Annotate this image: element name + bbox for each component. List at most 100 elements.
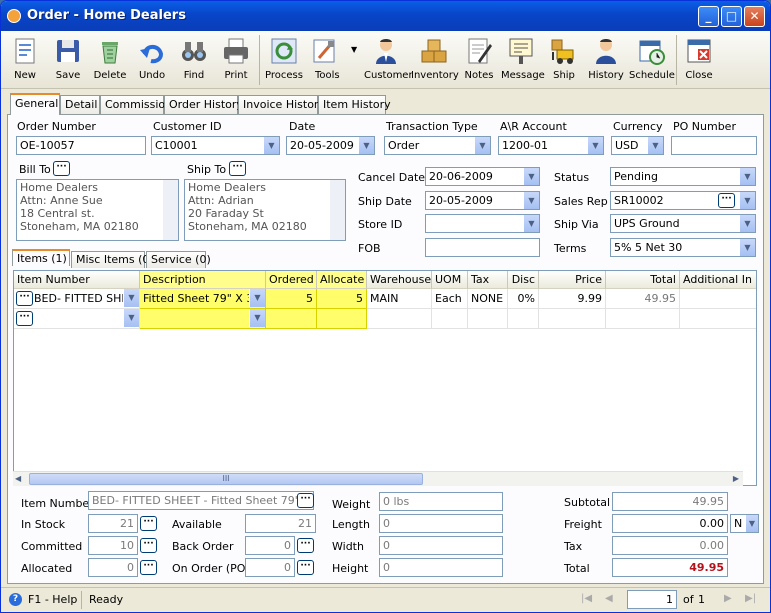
ship-via-dropdown[interactable]: UPS Ground ▼ [610,214,756,233]
title-bar[interactable]: Order - Home Dealers _ □ ✕ [1,1,770,31]
tab-item-history[interactable]: Item History [318,95,391,114]
table-cell-ordered-new[interactable] [266,309,317,329]
tab-order-history[interactable]: Order History [164,95,243,114]
back-order-lookup-button[interactable]: ··· [297,538,314,553]
ship-to-address[interactable]: Home Dealers Attn: Adrian 20 Faraday St … [184,179,346,241]
delete-button[interactable]: Delete [91,33,129,87]
column-header[interactable]: Warehouse [367,271,432,289]
column-header[interactable]: Total [606,271,680,289]
bill-to-address[interactable]: Home Dealers Attn: Anne Sue 18 Central s… [16,179,179,241]
chevron-down-icon[interactable]: ▼ [745,515,758,532]
first-page-icon[interactable]: |◀ [581,593,592,604]
chevron-down-icon[interactable]: ▼ [739,239,755,256]
item-lookup-button[interactable]: ··· [16,311,33,326]
tab-commission[interactable]: Commission [100,95,172,114]
table-cell-warehouse[interactable]: MAIN [367,289,432,309]
table-cell-description[interactable]: Fitted Sheet 79" X 39" ▼ [140,289,266,309]
maximize-button[interactable]: □ [721,6,742,27]
chevron-down-icon[interactable]: ▼ [587,137,603,154]
fob-field[interactable] [425,238,540,257]
bill-to-lookup-button[interactable]: ··· [53,161,70,176]
in-stock-lookup-button[interactable]: ··· [140,516,157,531]
undo-button[interactable]: Undo [134,33,170,87]
vertical-scrollbar[interactable] [330,180,345,240]
table-cell-uom[interactable]: Each [432,289,468,309]
item-detail-lookup-button[interactable]: ··· [297,493,314,508]
table-cell-item-number-new[interactable]: ··· ▼ [14,309,140,329]
table-cell-tax[interactable]: NONE [468,289,508,309]
column-header[interactable]: Tax [468,271,508,289]
item-lookup-button[interactable]: ··· [16,291,33,306]
ship-date-dropdown[interactable]: 20-05-2009 ▼ [425,191,540,210]
column-header[interactable]: Item Number [14,271,140,289]
column-header[interactable]: Disc [508,271,539,289]
message-button[interactable]: Message [501,33,545,87]
help-icon[interactable]: ? [9,593,22,606]
chevron-down-icon[interactable]: ▼ [358,137,374,154]
table-cell-disc-new[interactable] [508,309,539,329]
chevron-down-icon[interactable]: ▼ [263,137,279,154]
ship-button[interactable]: Ship [546,33,582,87]
column-header[interactable]: Additional In [680,271,756,289]
currency-dropdown[interactable]: USD ▼ [611,136,664,155]
ar-account-dropdown[interactable]: 1200-01 ▼ [498,136,604,155]
print-button[interactable]: Print [218,33,254,87]
chevron-down-icon[interactable]: ▼ [739,168,755,185]
table-cell-uom-new[interactable] [432,309,468,329]
chevron-down-icon[interactable]: ▼ [739,215,755,232]
prev-page-icon[interactable]: ◀ [605,593,613,604]
chevron-down-icon[interactable]: ▼ [249,289,265,307]
chevron-down-icon[interactable]: ▼ [523,215,539,232]
on-order-lookup-button[interactable]: ··· [297,560,314,575]
table-cell-ordered[interactable]: 5 [266,289,317,309]
horizontal-scrollbar[interactable]: ◀ III ▶ [13,471,743,486]
po-number-field[interactable] [671,136,757,155]
customer-button[interactable]: Customer [364,33,413,87]
table-cell-item-number[interactable]: ··· BED- FITTED SHEE ▼ [14,289,140,309]
table-cell-disc[interactable]: 0% [508,289,539,309]
notes-button[interactable]: Notes [461,33,497,87]
process-button[interactable]: Process [265,33,303,87]
freight-code-dropdown[interactable]: N ▼ [730,514,759,533]
close-button[interactable]: Close [681,33,717,87]
allocated-lookup-button[interactable]: ··· [140,560,157,575]
freight-field[interactable]: 0.00 [612,514,728,533]
sales-rep-lookup-button[interactable]: ··· [718,193,735,208]
minimize-button[interactable]: _ [698,6,719,27]
terms-dropdown[interactable]: 5% 5 Net 30 ▼ [610,238,756,257]
chevron-down-icon[interactable]: ▼ [523,168,539,185]
ship-to-lookup-button[interactable]: ··· [229,161,246,176]
scroll-right-icon[interactable]: ▶ [733,474,739,483]
chevron-down-icon[interactable]: ▼ [351,45,357,54]
last-page-icon[interactable]: ▶| [745,593,756,604]
customer-id-dropdown[interactable]: C10001 ▼ [151,136,280,155]
tab-service[interactable]: Service (0) [146,251,211,268]
table-cell-allocate[interactable]: 5 [317,289,367,309]
chevron-down-icon[interactable]: ▼ [739,192,755,209]
chevron-down-icon[interactable]: ▼ [123,289,139,307]
table-cell-price[interactable]: 9.99 [539,289,606,309]
date-dropdown[interactable]: 20-05-2009 ▼ [286,136,375,155]
tab-invoice-history[interactable]: Invoice History [238,95,325,114]
chevron-down-icon[interactable]: ▼ [123,309,139,327]
inventory-button[interactable]: Inventory [411,33,459,87]
table-cell-additional[interactable] [680,289,756,309]
scroll-thumb[interactable]: III [29,473,423,485]
chevron-down-icon[interactable]: ▼ [474,137,490,154]
tools-button[interactable]: ▼ Tools [309,33,359,87]
cancel-date-dropdown[interactable]: 20-06-2009 ▼ [425,167,540,186]
store-id-dropdown[interactable]: ▼ [425,214,540,233]
vertical-scrollbar[interactable] [163,180,178,240]
help-hint[interactable]: F1 - Help [28,593,77,606]
tab-misc-items[interactable]: Misc Items (0) [71,251,154,268]
status-dropdown[interactable]: Pending ▼ [610,167,756,186]
table-cell-price-new[interactable] [539,309,606,329]
tab-detail[interactable]: Detail [60,95,100,114]
table-cell-tax-new[interactable] [468,309,508,329]
table-cell-total-new[interactable] [606,309,680,329]
chevron-down-icon[interactable]: ▼ [647,137,663,154]
tab-general[interactable]: General [10,93,60,115]
sales-rep-dropdown[interactable]: SR10002 ··· ▼ [610,191,756,210]
close-window-button[interactable]: ✕ [744,6,765,27]
save-button[interactable]: Save [50,33,86,87]
